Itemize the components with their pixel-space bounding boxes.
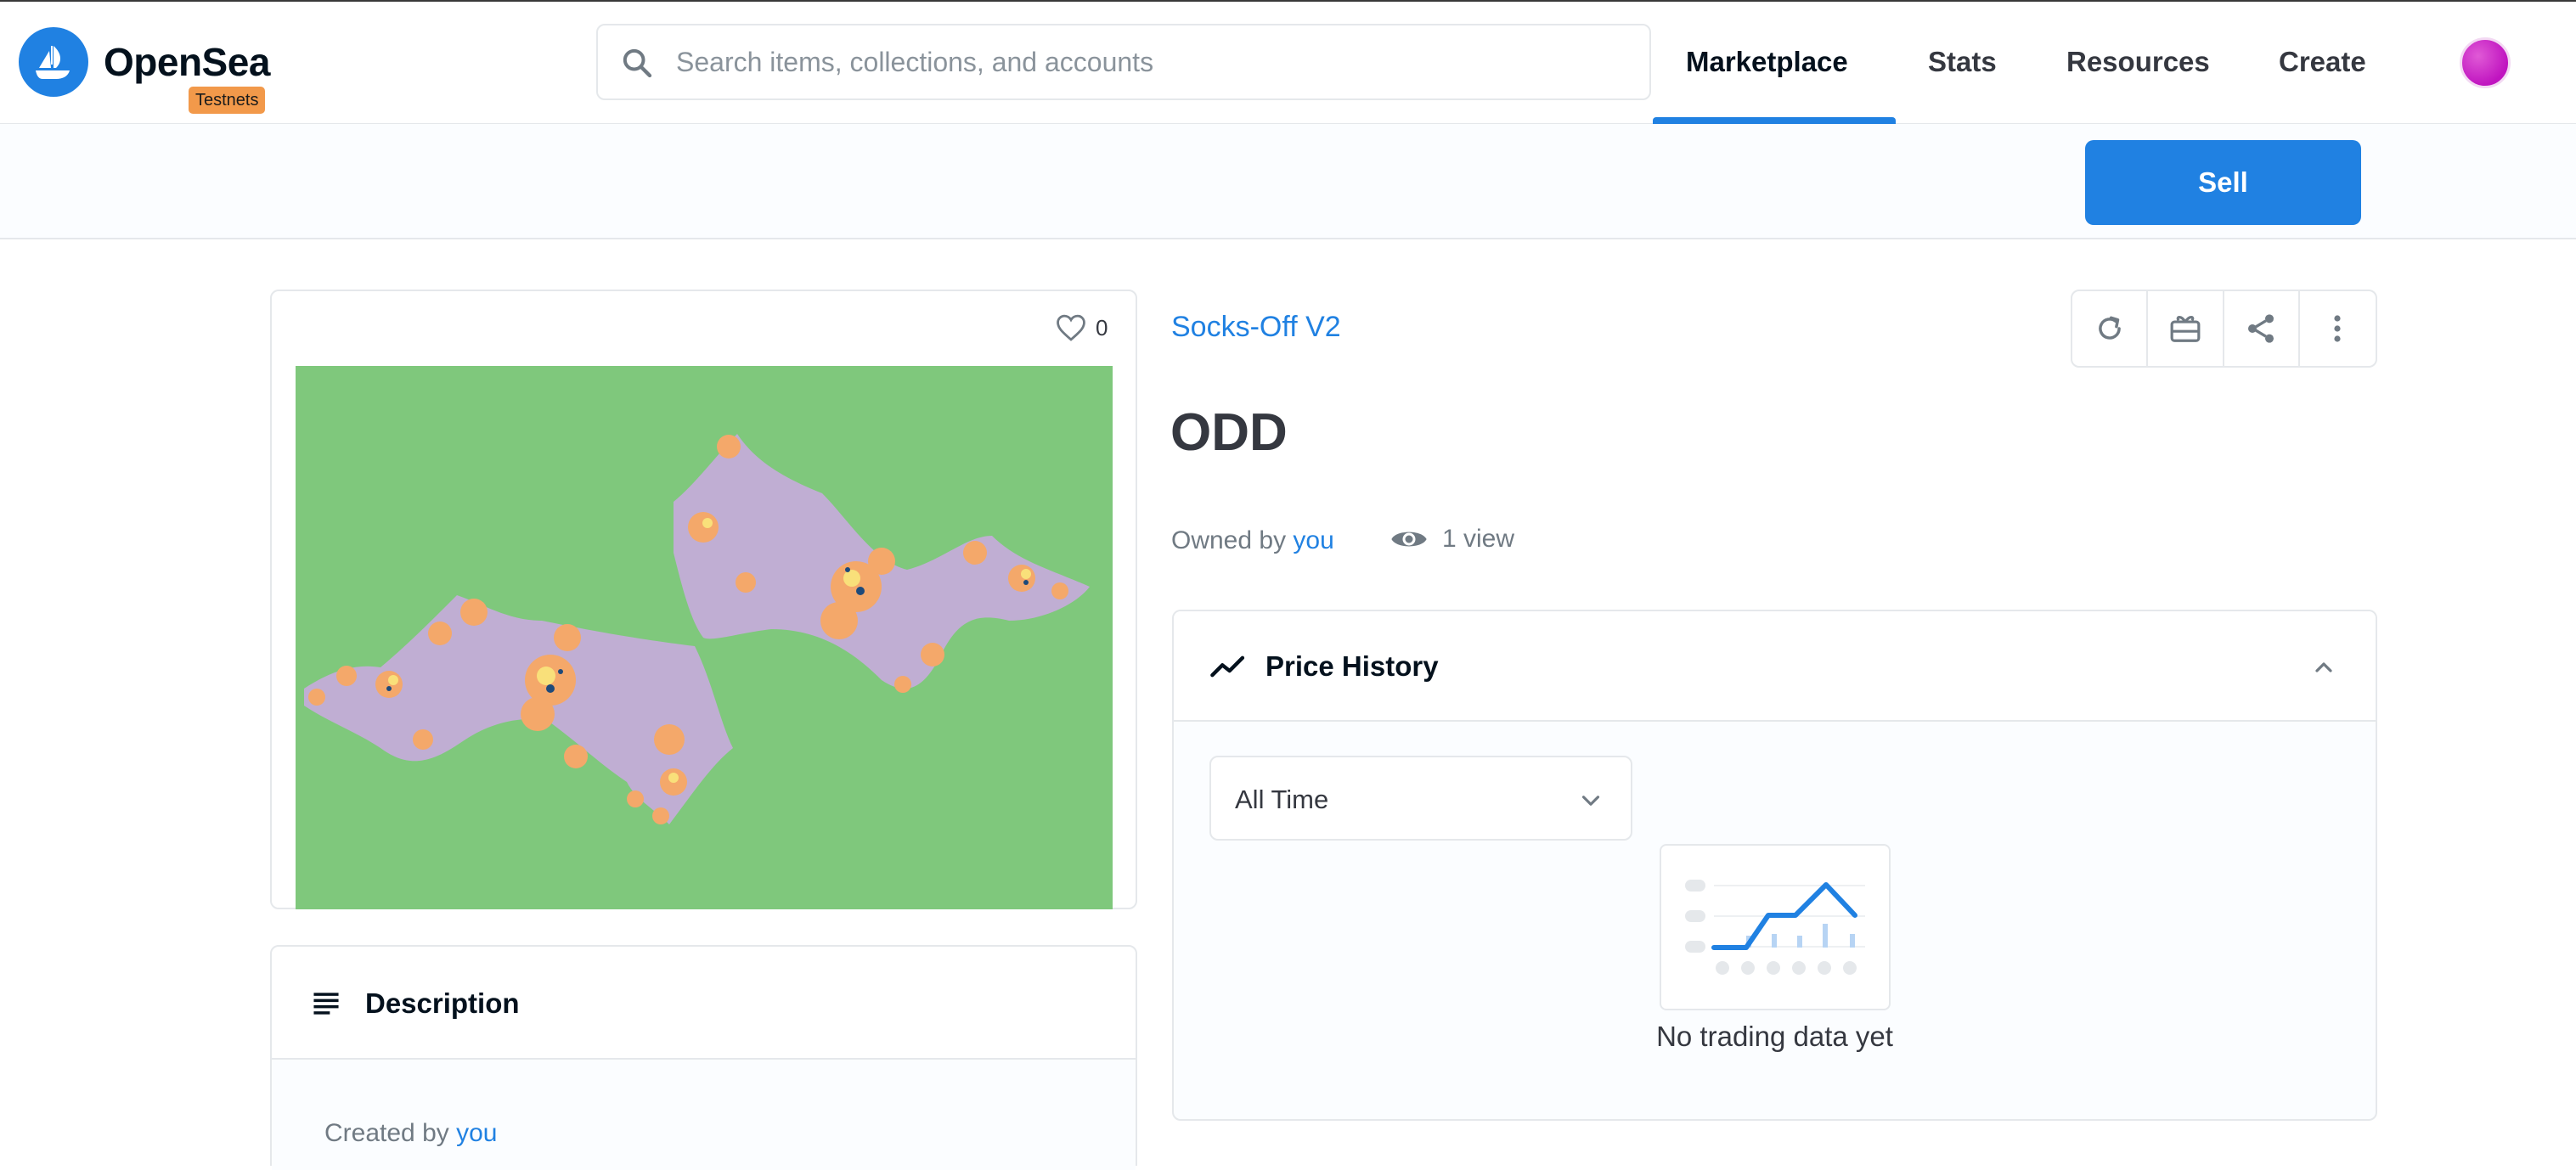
refresh-button[interactable]	[2072, 291, 2149, 366]
brand-name[interactable]: OpenSea	[104, 39, 270, 85]
nav-stats[interactable]: Stats	[1928, 46, 1997, 78]
owner-link[interactable]: you	[1293, 526, 1333, 554]
more-vertical-icon	[2334, 315, 2341, 342]
search-input[interactable]	[676, 41, 1627, 83]
time-range-select[interactable]: All Time	[1209, 756, 1632, 841]
sell-button[interactable]: Sell	[2085, 140, 2361, 225]
gift-icon	[2170, 315, 2201, 342]
chevron-up-icon[interactable]	[2310, 654, 2337, 681]
item-title: ODD	[1170, 403, 1288, 462]
nav-marketplace[interactable]: Marketplace	[1686, 46, 1848, 78]
refresh-icon	[2098, 316, 2121, 340]
chevron-down-icon	[1581, 796, 1600, 806]
favorite-button[interactable]: 0	[1055, 313, 1108, 342]
no-trading-data-message: No trading data yet	[1656, 1021, 1893, 1052]
description-title: Description	[365, 987, 520, 1019]
owned-by-line: Owned by you	[1171, 526, 1334, 555]
ship-icon	[36, 46, 70, 79]
creator-link[interactable]: you	[456, 1119, 497, 1147]
nav-resources[interactable]: Resources	[2066, 46, 2210, 78]
more-options-button[interactable]	[2300, 291, 2376, 366]
time-range-value: All Time	[1235, 785, 1329, 814]
search-icon	[623, 48, 652, 78]
search-bar[interactable]	[596, 24, 1651, 100]
owned-by-label: Owned by	[1171, 526, 1287, 554]
transfer-button[interactable]	[2148, 291, 2224, 366]
view-count-label: 1 view	[1442, 525, 1515, 553]
avatar[interactable]	[2460, 37, 2511, 88]
item-toolbar	[2071, 290, 2377, 368]
description-icon	[313, 993, 339, 1015]
opensea-logo[interactable]	[19, 27, 88, 97]
created-by-label: Created by	[324, 1119, 449, 1147]
description-body: Created by you	[272, 1060, 1136, 1170]
description-panel: Description Created by you	[270, 945, 1137, 1170]
price-history-panel: Price History All Time No trading data y…	[1172, 610, 2377, 1121]
description-header[interactable]: Description	[272, 947, 1136, 1060]
share-button[interactable]	[2224, 291, 2300, 366]
price-history-title: Price History	[1265, 650, 1439, 682]
heart-icon	[1057, 314, 1085, 341]
testnets-badge: Testnets	[189, 87, 266, 114]
active-nav-indicator	[1653, 117, 1896, 124]
price-history-header[interactable]: Price History	[1174, 611, 2376, 722]
collection-link[interactable]: Socks-Off V2	[1171, 311, 1341, 344]
artwork-card: 0	[270, 290, 1137, 909]
eye-icon	[1391, 532, 1427, 547]
chart-placeholder-icon	[1685, 880, 1865, 975]
share-icon	[2248, 314, 2274, 343]
created-by-line: Created by you	[324, 1119, 497, 1148]
nft-artwork-image[interactable]	[296, 366, 1113, 909]
view-count: 1 view	[1389, 525, 1514, 554]
fractal-artwork	[296, 366, 1113, 909]
nav-create[interactable]: Create	[2279, 46, 2366, 78]
trending-icon	[1210, 655, 1245, 678]
top-navbar: OpenSea Testnets Marketplace Stats Resou…	[0, 2, 2576, 124]
item-action-bar: Sell	[0, 124, 2576, 239]
favorite-count: 0	[1096, 314, 1108, 340]
empty-chart-illustration	[1660, 844, 1891, 1010]
